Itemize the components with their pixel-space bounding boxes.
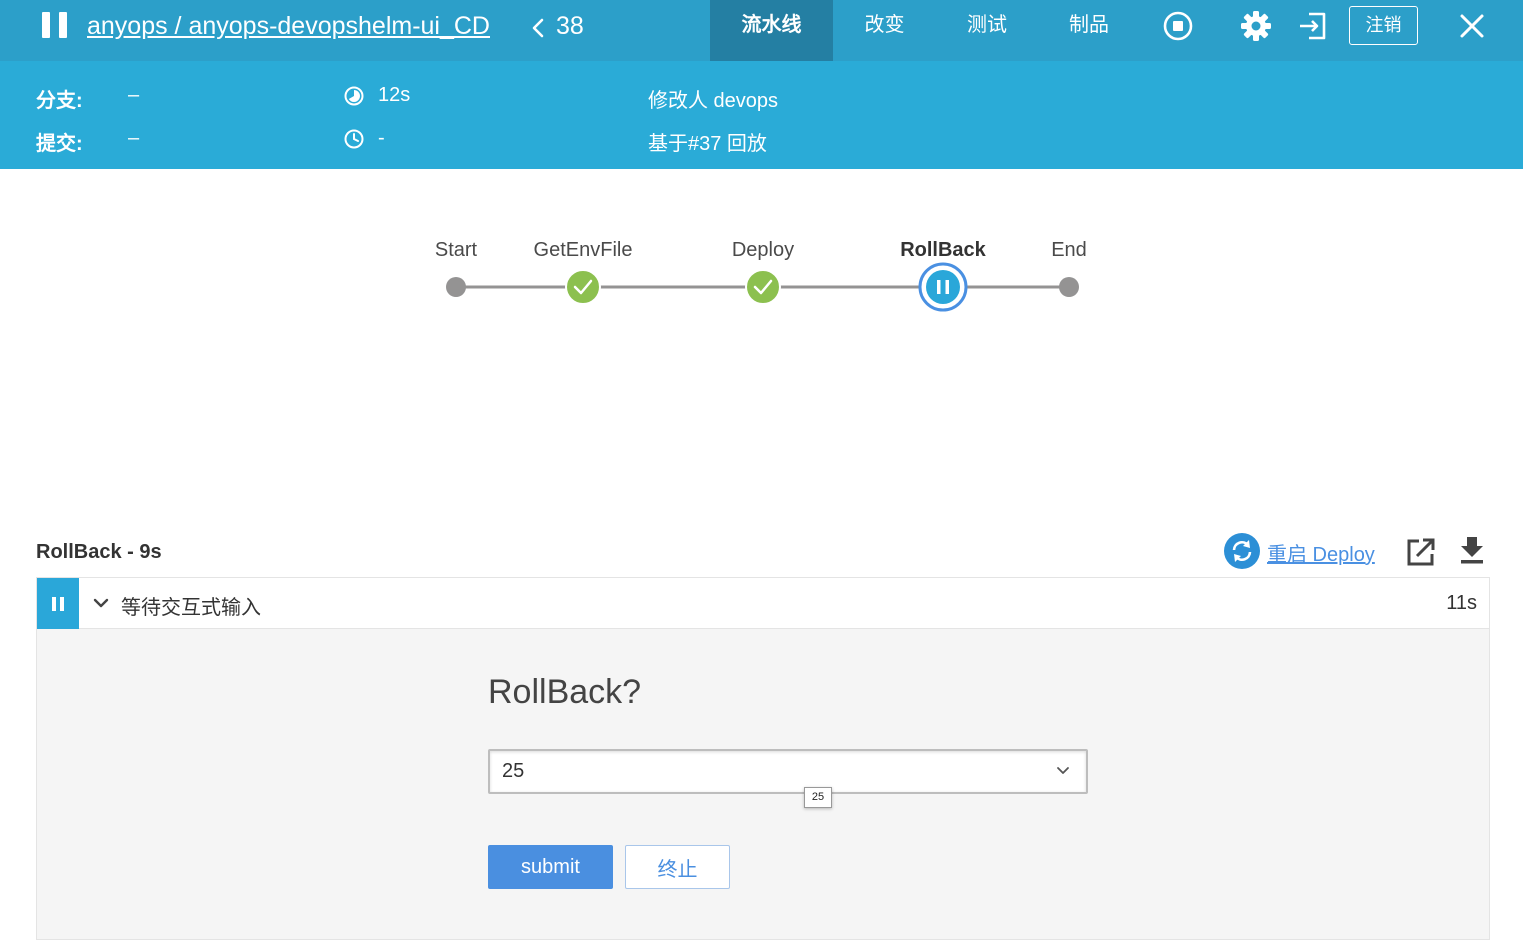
value-tooltip: 25 xyxy=(804,787,832,808)
duration-value: 12s xyxy=(378,84,411,106)
chevron-down-icon[interactable] xyxy=(93,597,109,609)
tab-artifacts[interactable]: 制品 xyxy=(1038,0,1140,61)
start-node xyxy=(446,277,466,297)
step-row[interactable]: 等待交互式输入 11s xyxy=(36,577,1490,630)
step-duration: 11s xyxy=(1446,592,1477,614)
stage-title: RollBack - 9s xyxy=(36,541,162,563)
pipeline-graph: Start GetEnvFile Deploy RollBack End xyxy=(0,169,1523,499)
open-external-icon[interactable] xyxy=(1405,536,1437,568)
start-time-value: - xyxy=(378,127,385,149)
rollback-select[interactable]: 25 xyxy=(488,749,1088,794)
tab-tests[interactable]: 测试 xyxy=(936,0,1038,61)
tab-bar: 流水线 改变 测试 制品 xyxy=(710,0,1140,61)
gear-icon[interactable] xyxy=(1240,10,1272,42)
stage-node-rollback[interactable] xyxy=(918,262,968,312)
input-prompt: RollBack? xyxy=(488,673,642,711)
restart-stage-link[interactable]: 重启 Deploy xyxy=(1267,538,1375,567)
changed-by: 修改人 devops xyxy=(648,90,779,112)
exit-icon[interactable] xyxy=(1297,10,1329,42)
pipeline-track xyxy=(446,262,1079,312)
run-number: 38 xyxy=(556,12,584,40)
tab-pipeline[interactable]: 流水线 xyxy=(710,0,833,61)
top-bar: anyops / anyops-devopshelm-ui_CD 38 流水线 … xyxy=(0,0,1523,61)
pause-icon xyxy=(937,280,941,294)
replay-of: 基于#37 回放 xyxy=(648,133,767,155)
chevron-left-icon[interactable] xyxy=(531,18,545,38)
branch-label: 分支: xyxy=(36,90,83,112)
stage-node-deploy[interactable] xyxy=(745,269,781,305)
commit-label: 提交: xyxy=(36,133,83,155)
rollback-select-value: 25 xyxy=(502,760,525,782)
run-info-bar: 分支: – 提交: – 12s - 修改人 devops 基于#37 回放 xyxy=(0,61,1523,169)
close-icon[interactable] xyxy=(1456,10,1488,42)
duration-icon xyxy=(344,86,364,106)
tab-changes[interactable]: 改变 xyxy=(833,0,936,61)
step-title: 等待交互式输入 xyxy=(121,597,261,619)
logout-button[interactable]: 注销 xyxy=(1349,6,1418,45)
branch-value: – xyxy=(128,84,140,106)
restart-icon[interactable] xyxy=(1224,533,1260,569)
end-node xyxy=(1059,277,1079,297)
commit-value: – xyxy=(128,127,140,149)
stop-icon[interactable] xyxy=(1162,10,1194,42)
input-form: RollBack? 25 25 submit 终止 xyxy=(36,629,1490,940)
download-icon[interactable] xyxy=(1458,535,1486,565)
breadcrumb-link[interactable]: anyops / anyops-devopshelm-ui_CD xyxy=(87,12,490,41)
step-status-paused xyxy=(37,578,79,630)
pause-icon xyxy=(42,12,68,38)
abort-button[interactable]: 终止 xyxy=(625,845,730,889)
submit-button[interactable]: submit xyxy=(488,845,613,889)
stage-node-getenvfile[interactable] xyxy=(565,269,601,305)
chevron-down-icon xyxy=(1057,767,1069,774)
clock-icon xyxy=(344,129,364,149)
